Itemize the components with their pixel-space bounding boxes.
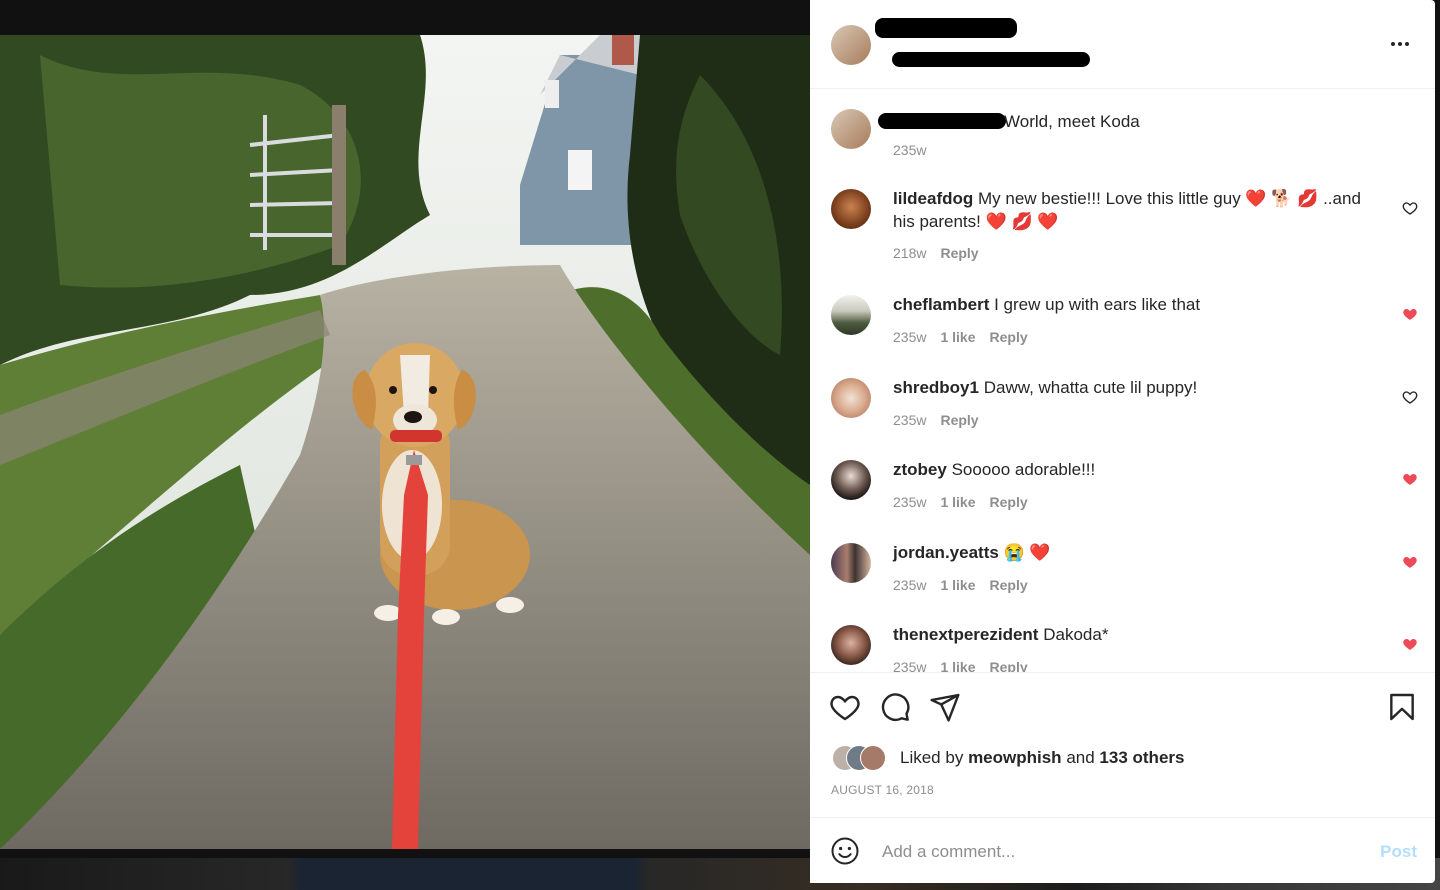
- caption-meta: 235w: [893, 142, 926, 158]
- comment-time: 235w: [893, 494, 927, 510]
- reply-button[interactable]: Reply: [940, 412, 978, 428]
- comment-username[interactable]: cheflambert: [893, 295, 989, 314]
- post-detail-panel: World, meet Koda 235w lildeafdog My new …: [810, 0, 1435, 883]
- author-avatar[interactable]: [831, 109, 871, 149]
- comment-time: 235w: [893, 412, 927, 428]
- commenter-avatar[interactable]: [831, 543, 871, 583]
- comment-text: Sooooo adorable!!!: [951, 460, 1096, 479]
- comment-body: ztobey Sooooo adorable!!!: [893, 458, 1381, 481]
- like-count[interactable]: 1 like: [940, 577, 975, 593]
- comment-meta: 218w Reply: [893, 245, 979, 261]
- reply-button[interactable]: Reply: [990, 329, 1028, 345]
- like-count[interactable]: 1 like: [940, 494, 975, 510]
- comment-time: 235w: [893, 329, 927, 345]
- comment-meta: 235w 1 like Reply: [893, 329, 1028, 345]
- more-horizontal-icon: [1391, 42, 1395, 46]
- comment-row: ztobey Sooooo adorable!!! 235w 1 like Re…: [810, 458, 1435, 528]
- reply-button[interactable]: Reply: [990, 494, 1028, 510]
- dot: [1398, 42, 1402, 46]
- like-count[interactable]: 1 like: [940, 329, 975, 345]
- comment-text: Dakoda*: [1043, 625, 1109, 644]
- heart-filled-icon[interactable]: [1402, 306, 1418, 322]
- commenter-avatar[interactable]: [831, 460, 871, 500]
- comment-meta: 235w 1 like Reply: [893, 494, 1028, 510]
- reply-button[interactable]: Reply: [990, 659, 1028, 672]
- likes-summary: Liked by meowphish and 133 others: [832, 745, 1184, 771]
- comment-row: shredboy1 Daww, whatta cute lil puppy! 2…: [810, 376, 1435, 446]
- comment-username[interactable]: shredboy1: [893, 378, 979, 397]
- commenter-avatar[interactable]: [831, 625, 871, 665]
- comment-icon[interactable]: [879, 691, 911, 723]
- post-actions: Liked by meowphish and 133 others AUGUST…: [810, 672, 1435, 818]
- dot: [1405, 42, 1409, 46]
- redacted-caption-username: [878, 113, 1006, 129]
- reply-button[interactable]: Reply: [990, 577, 1028, 593]
- post-comment-button[interactable]: Post: [1380, 842, 1417, 862]
- comment-row: cheflambert I grew up with ears like tha…: [810, 293, 1435, 363]
- post-header: [810, 0, 1435, 89]
- comment-meta: 235w 1 like Reply: [893, 577, 1028, 593]
- comment-input[interactable]: [880, 838, 1354, 866]
- liked-by-others[interactable]: 133 others: [1099, 748, 1184, 768]
- like-count[interactable]: 1 like: [940, 659, 975, 672]
- comment-row: lildeafdog My new bestie!!! Love this li…: [810, 187, 1435, 277]
- comment-row: thenextperezident Dakoda* 235w 1 like Re…: [810, 623, 1435, 672]
- comment-meta: 235w 1 like Reply: [893, 659, 1028, 672]
- comment-text: 😭 ❤️: [1003, 543, 1051, 562]
- liker-avatar: [860, 745, 886, 771]
- heart-icon[interactable]: [829, 691, 861, 723]
- commenter-avatar[interactable]: [831, 189, 871, 229]
- post-photo[interactable]: [0, 35, 810, 849]
- comment-text: Daww, whatta cute lil puppy!: [983, 378, 1198, 397]
- comment-time: 218w: [893, 245, 927, 261]
- comment-body: thenextperezident Dakoda*: [893, 623, 1381, 646]
- post-date: AUGUST 16, 2018: [831, 783, 934, 797]
- comment-time: 235w: [893, 577, 927, 593]
- comment-username[interactable]: lildeafdog: [893, 189, 973, 208]
- heart-filled-icon[interactable]: [1402, 636, 1418, 652]
- share-icon[interactable]: [929, 691, 961, 723]
- caption-time: 235w: [893, 142, 927, 158]
- liked-by-joiner: and: [1066, 748, 1095, 767]
- reply-button[interactable]: Reply: [940, 245, 978, 261]
- heart-outline-icon[interactable]: [1402, 200, 1418, 216]
- comment-text: I grew up with ears like that: [994, 295, 1201, 314]
- comment-body: jordan.yeatts 😭 ❤️: [893, 541, 1381, 564]
- comment-username[interactable]: thenextperezident: [893, 625, 1038, 644]
- commenter-avatar[interactable]: [831, 378, 871, 418]
- redacted-username: [875, 18, 1017, 38]
- comment-body: shredboy1 Daww, whatta cute lil puppy!: [893, 376, 1381, 399]
- comment-body: cheflambert I grew up with ears like tha…: [893, 293, 1381, 316]
- comment-time: 235w: [893, 659, 927, 672]
- liker-avatars: [832, 745, 896, 771]
- bookmark-icon[interactable]: [1386, 691, 1418, 723]
- comment-username[interactable]: ztobey: [893, 460, 947, 479]
- add-comment-bar: Post: [810, 817, 1435, 884]
- commenter-avatar[interactable]: [831, 295, 871, 335]
- author-avatar[interactable]: [831, 25, 871, 65]
- comment-meta: 235w Reply: [893, 412, 979, 428]
- caption-text: World, meet Koda: [1004, 112, 1140, 131]
- caption-row: World, meet Koda 235w: [810, 89, 1435, 169]
- comment-row: jordan.yeatts 😭 ❤️ 235w 1 like Reply: [810, 541, 1435, 611]
- liked-by-user[interactable]: meowphish: [968, 748, 1062, 768]
- heart-filled-icon[interactable]: [1402, 554, 1418, 570]
- more-options-button[interactable]: [1385, 34, 1415, 54]
- smiley-icon[interactable]: [830, 836, 860, 866]
- heart-outline-icon[interactable]: [1402, 389, 1418, 405]
- redacted-location: [892, 52, 1090, 67]
- heart-filled-icon[interactable]: [1402, 471, 1418, 487]
- comment-username[interactable]: jordan.yeatts: [893, 543, 999, 562]
- comment-body: lildeafdog My new bestie!!! Love this li…: [893, 187, 1381, 233]
- puppy-photo-illustration: [0, 35, 810, 849]
- comments-list[interactable]: World, meet Koda 235w lildeafdog My new …: [810, 89, 1435, 672]
- liked-by-prefix: Liked by: [900, 748, 964, 767]
